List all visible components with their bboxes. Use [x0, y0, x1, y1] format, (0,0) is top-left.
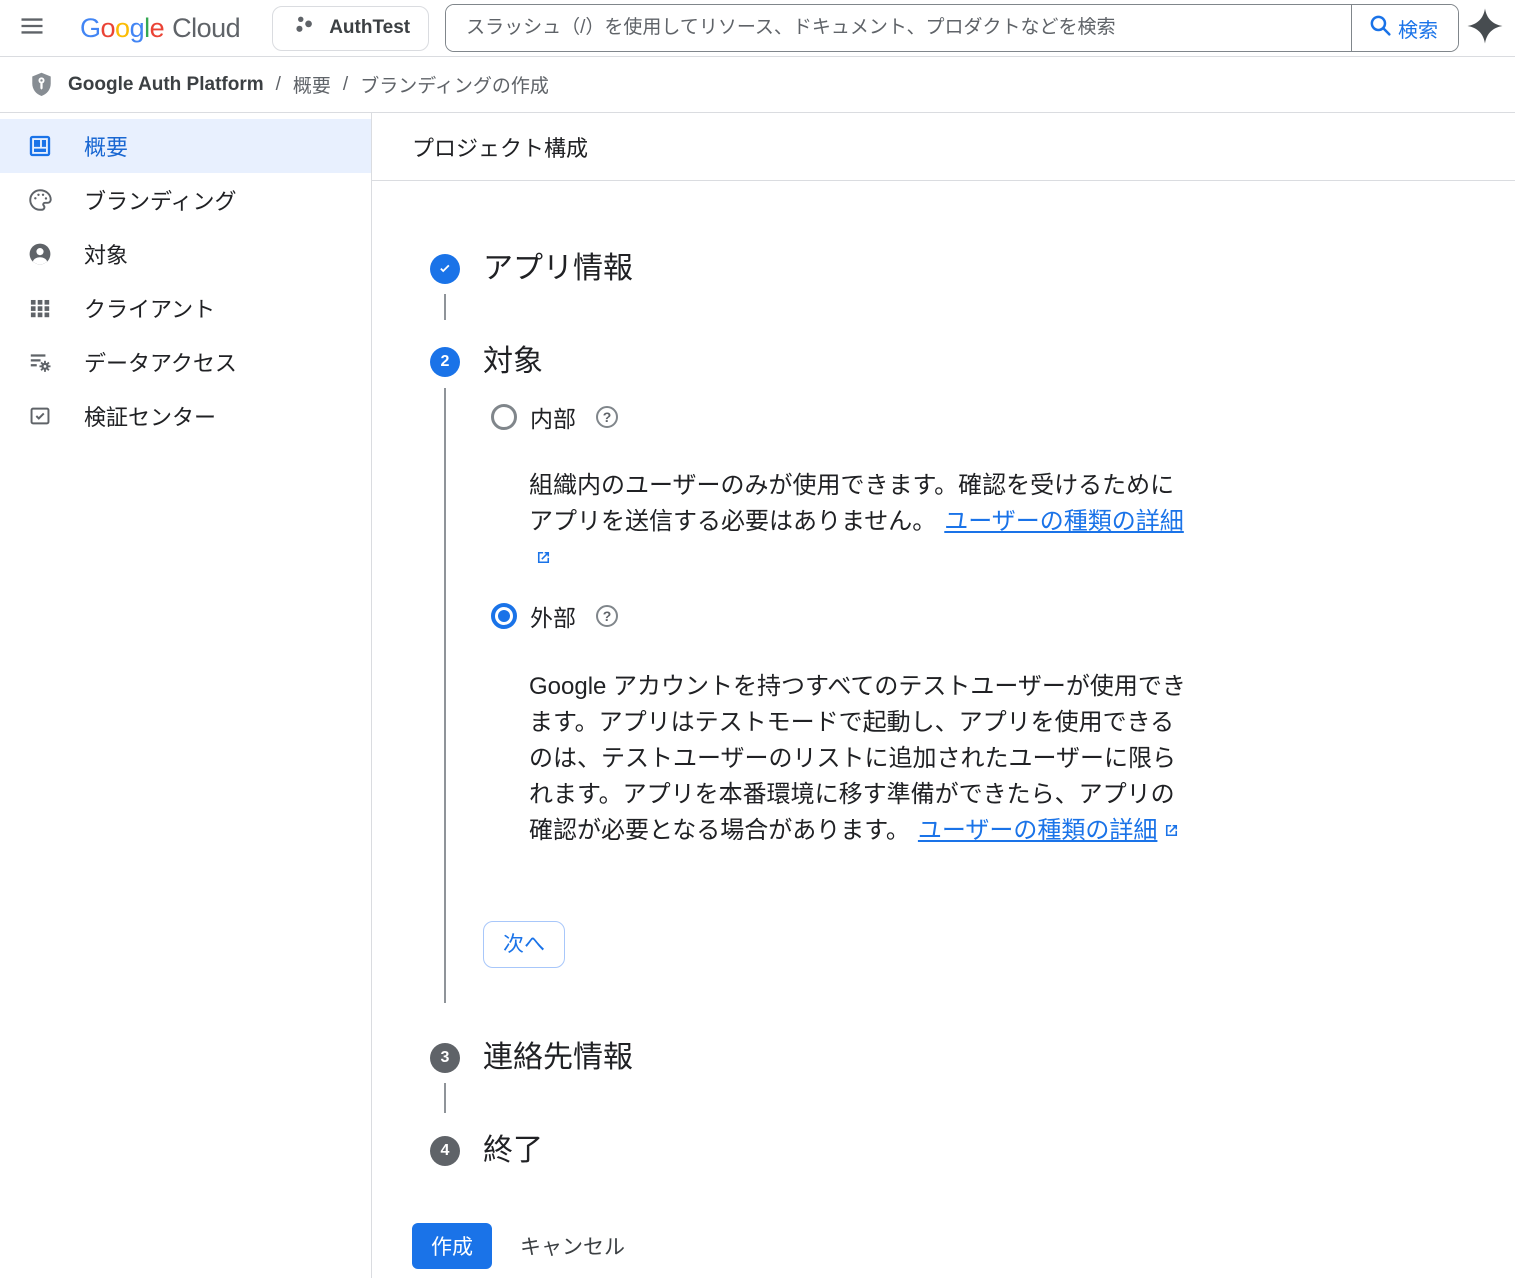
sidebar-item-overview[interactable]: 概要	[0, 119, 371, 173]
sidebar-item-data-access[interactable]: データアクセス	[0, 335, 371, 389]
project-selector[interactable]: AuthTest	[272, 5, 430, 51]
sidebar-item-label: ブランディング	[84, 189, 237, 214]
palette-icon	[27, 187, 53, 213]
person-icon	[27, 241, 53, 267]
gemini-button[interactable]	[1459, 6, 1511, 51]
step-finish: 4 終了	[430, 1133, 1515, 1168]
project-icon	[291, 13, 317, 44]
sidebar-item-label: データアクセス	[84, 351, 237, 376]
step-connector	[444, 1083, 446, 1113]
step-number-badge: 3	[430, 1042, 460, 1073]
sidebar-nav: 概要 ブランディング 対象 クライアント データアクセス 検証センター	[0, 113, 371, 1278]
sidebar-item-verification-center[interactable]: 検証センター	[0, 389, 371, 443]
breadcrumb-separator: /	[275, 73, 281, 95]
step-contact-info: 3 連絡先情報	[430, 1040, 1515, 1075]
user-type-details-link[interactable]: ユーザーの種類の詳細	[918, 817, 1158, 844]
step-label: アプリ情報	[483, 252, 633, 285]
verification-checkbox-icon	[27, 403, 53, 429]
radio-option-external[interactable]: 外部 ?	[491, 599, 1515, 633]
project-name: AuthTest	[329, 17, 411, 38]
next-button[interactable]: 次へ	[483, 921, 565, 968]
cancel-button[interactable]: キャンセル	[520, 1231, 625, 1261]
step-label: 連絡先情報	[483, 1041, 633, 1074]
external-description: Google アカウントを持つすべてのテストユーザーが使用できます。アプリはテス…	[529, 669, 1189, 851]
help-icon[interactable]: ?	[596, 605, 618, 627]
project-config-stepper: アプリ情報 2 対象 内部 ? 組織内のユーザーのみが使用できます。確認を受ける…	[372, 181, 1515, 1278]
radio-dot	[498, 610, 510, 622]
breadcrumb-item-create-branding[interactable]: ブランディングの作成	[360, 71, 549, 98]
step-completed-check-icon	[430, 253, 460, 284]
logo-letter: o	[100, 12, 116, 43]
logo-letter: e	[149, 12, 165, 43]
search-bar: 検索	[445, 4, 1459, 52]
apps-grid-icon	[27, 295, 53, 321]
radio-option-internal[interactable]: 内部 ?	[491, 400, 1515, 434]
audience-step-body: 内部 ? 組織内のユーザーのみが使用できます。確認を受けるためにアプリを送信する…	[412, 388, 1515, 1003]
sidebar-item-label: 検証センター	[84, 405, 217, 430]
step-number-badge: 4	[430, 1135, 460, 1166]
radio-label: 内部	[530, 406, 576, 432]
dashboard-icon	[27, 133, 53, 159]
external-link-icon[interactable]	[534, 542, 553, 578]
help-icon[interactable]: ?	[596, 406, 618, 428]
search-button-label: 検索	[1398, 19, 1438, 42]
sidebar-item-label: 概要	[84, 135, 129, 160]
breadcrumb-product[interactable]: Google Auth Platform	[68, 74, 264, 96]
gemini-sparkle-icon	[1465, 6, 1505, 51]
breadcrumb: Google Auth Platform / 概要 / ブランディングの作成	[0, 57, 1515, 113]
menu-button[interactable]	[8, 4, 56, 52]
search-input[interactable]	[446, 5, 1351, 51]
logo-cloud-text: Cloud	[172, 12, 241, 43]
sidebar-item-audience[interactable]: 対象	[0, 227, 371, 281]
hamburger-icon	[18, 12, 46, 45]
auth-platform-shield-icon	[28, 70, 55, 99]
logo-letter: g	[129, 12, 145, 43]
step-number-badge: 2	[430, 346, 460, 377]
sidebar-item-clients[interactable]: クライアント	[0, 281, 371, 335]
sidebar-item-label: クライアント	[84, 297, 216, 322]
breadcrumb-separator: /	[342, 73, 349, 95]
logo-letter: G	[80, 12, 101, 43]
data-access-icon	[27, 349, 53, 375]
sidebar-item-branding[interactable]: ブランディング	[0, 173, 371, 227]
top-bar: Google Cloud AuthTest 検索	[0, 0, 1515, 57]
external-link-icon[interactable]	[1162, 815, 1181, 851]
internal-description: 組織内のユーザーのみが使用できます。確認を受けるためにアプリを送信する必要はあり…	[529, 468, 1189, 578]
main-panel: プロジェクト構成 アプリ情報 2 対象 内部 ? 組織内のユーザーのみが使用でき…	[371, 113, 1515, 1278]
form-actions: 作成 キャンセル	[412, 1223, 1515, 1269]
google-cloud-logo[interactable]: Google Cloud	[80, 12, 241, 44]
step-label: 対象	[483, 345, 543, 378]
page-title: プロジェクト構成	[372, 113, 1515, 181]
step-connector	[444, 294, 446, 320]
google-cloud-console: Google Cloud AuthTest 検索	[0, 0, 1515, 1278]
search-icon	[1368, 13, 1393, 44]
radio-selected-icon[interactable]	[491, 603, 517, 629]
body: 概要 ブランディング 対象 クライアント データアクセス 検証センター プロジェ…	[0, 113, 1515, 1278]
sidebar-item-label: 対象	[84, 243, 129, 268]
user-type-details-link[interactable]: ユーザーの種類の詳細	[944, 508, 1184, 535]
logo-letter: o	[115, 12, 130, 43]
create-button[interactable]: 作成	[412, 1223, 492, 1269]
step-app-info: アプリ情報	[430, 251, 1515, 286]
radio-unselected-icon[interactable]	[491, 404, 517, 430]
search-button[interactable]: 検索	[1351, 5, 1458, 51]
radio-label: 外部	[530, 605, 576, 631]
step-label: 終了	[483, 1134, 543, 1167]
breadcrumb-item-overview[interactable]: 概要	[293, 71, 331, 98]
step-audience: 2 対象	[430, 344, 1515, 379]
